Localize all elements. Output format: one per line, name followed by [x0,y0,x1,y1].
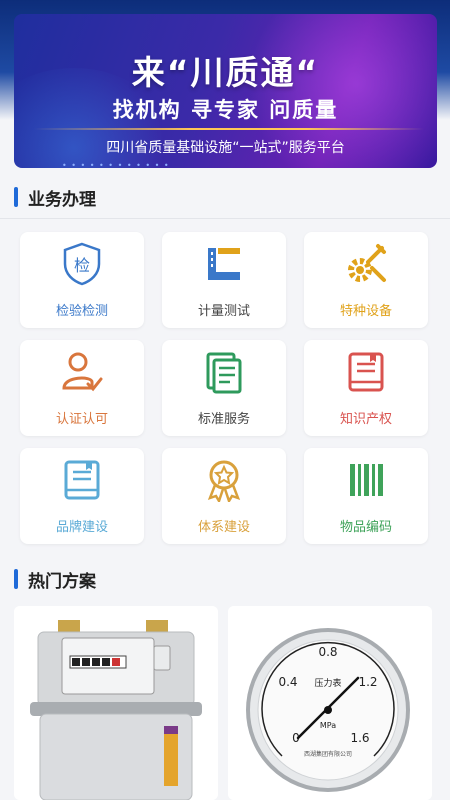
service-label: 认证认可 [55,412,108,427]
promo-banner[interactable]: 来“川质通“ 找机构 寻专家 问质量 四川省质量基础设施“一站式”服务平台 • … [14,14,437,168]
service-label: 标准服务 [197,412,250,427]
service-card-system[interactable]: 体系建设 [162,448,286,544]
user-certified-icon [60,350,104,394]
service-card-special-equipment[interactable]: 特种设备 [304,232,428,328]
section-accent-bar [14,187,18,207]
service-label: 体系建设 [197,520,250,535]
service-label: 计量测试 [197,304,250,319]
gauge-tick-label: 0.8 [318,645,337,659]
service-card-brand[interactable]: 品牌建设 [20,448,144,544]
gauge-unit: MPa [320,721,336,730]
document-stack-icon [202,350,246,394]
service-label: 知识产权 [339,412,392,427]
gauge-maker: 西湖集团有限公司 [304,750,352,758]
svg-text:检: 检 [74,256,90,275]
banner-dots: • • • • • • • • • • • • [62,161,170,168]
brand-book-icon [60,458,104,502]
banner-title: 来“川质通“ [131,53,320,92]
banner-tagline: 四川省质量基础设施“一站式”服务平台 [106,140,345,156]
service-card-certification[interactable]: 认证认可 [20,340,144,436]
book-icon [344,350,388,394]
award-medal-icon [202,458,246,502]
barcode-icon [344,458,388,502]
service-label: 检验检测 [55,304,108,319]
gauge-tick-label: 1.2 [358,675,377,689]
banner-divider-line [34,128,424,130]
service-label: 特种设备 [339,304,392,319]
service-card-coding[interactable]: 物品编码 [304,448,428,544]
shield-inspection-icon: 检 [60,242,104,286]
gauge-title: 压力表 [314,677,341,689]
pressure-gauge-icon: 0 0.4 0.8 1.2 1.6 压力表 MPa 西湖集团有限公司 [228,606,432,800]
section-title-services: 业务办理 [14,184,96,210]
gauge-tick-label: 1.6 [350,731,369,745]
service-card-intellectual-property[interactable]: 知识产权 [304,340,428,436]
service-label: 品牌建设 [55,520,108,535]
service-card-metrology[interactable]: 计量测试 [162,232,286,328]
service-card-standards[interactable]: 标准服务 [162,340,286,436]
gauge-tick-label: 0.4 [278,675,297,689]
service-label: 物品编码 [339,520,392,535]
section-title-text: 业务办理 [28,189,96,210]
plan-card-pressure-gauge[interactable]: 0 0.4 0.8 1.2 1.6 压力表 MPa 西湖集团有限公司 [228,606,432,800]
gas-meter-icon [14,606,218,800]
section-divider [0,218,450,219]
service-card-inspection[interactable]: 检 检验检测 [20,232,144,328]
section-title-plans: 热门方案 [14,566,96,592]
gear-wrench-icon [344,242,388,286]
banner-subtitle: 找机构 寻专家 问质量 [112,98,339,122]
plan-card-gas-meter[interactable] [14,606,218,800]
ruler-square-icon [202,242,246,286]
section-title-text: 热门方案 [28,571,96,592]
section-accent-bar [14,569,18,589]
